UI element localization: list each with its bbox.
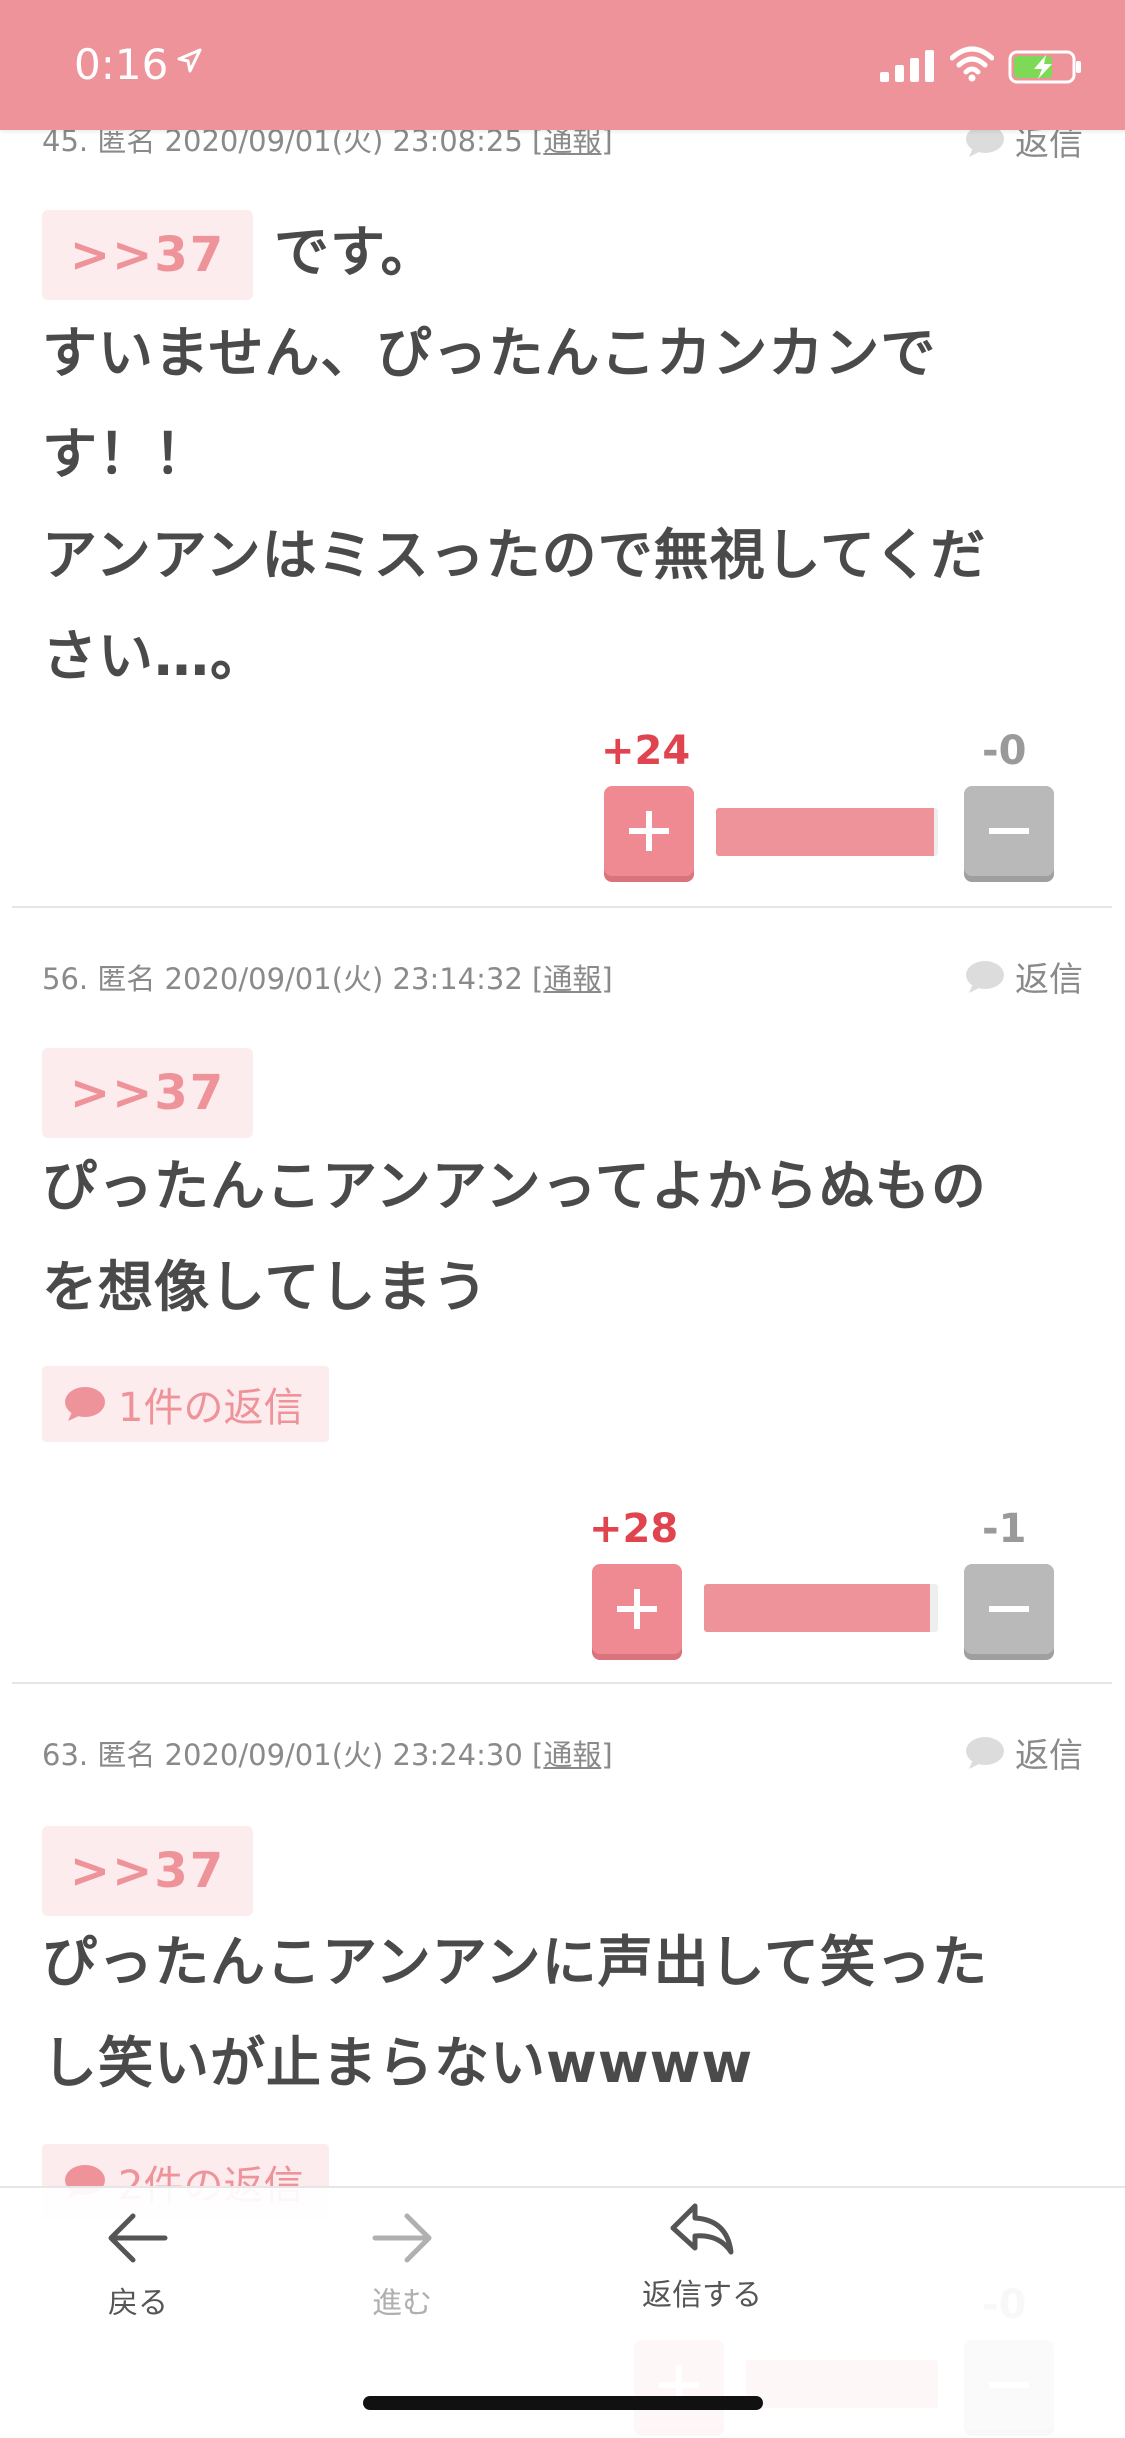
minus-icon	[989, 1606, 1029, 1612]
plus-vote-button[interactable]	[592, 1564, 682, 1654]
replies-count: 1件の返信	[118, 1385, 304, 1431]
reply-label: 返信	[1015, 1736, 1083, 1776]
signal-icon	[880, 50, 934, 82]
comment-body: です。 すいません、ぴったんこカンカンで す！！ アンアンはミスったので無視して…	[42, 202, 1082, 707]
vote-ratio-bar	[716, 808, 938, 856]
status-time: 0:16	[74, 40, 169, 89]
replies-badge[interactable]: 1件の返信	[42, 1366, 330, 1442]
comment-line: し笑いが止まらないwwww	[42, 2031, 754, 2095]
anchor-link[interactable]: >>37	[42, 1826, 253, 1916]
divider	[12, 1682, 1112, 1684]
minus-icon	[989, 828, 1029, 834]
plus-count: +24	[601, 728, 691, 774]
reply-arrow-icon	[670, 2203, 734, 2255]
minus-count: -0	[982, 728, 1027, 774]
minus-vote-button[interactable]	[964, 1564, 1054, 1654]
wifi-icon	[950, 46, 994, 82]
comment-body: ぴったんこアンアンってよからぬもの を想像してしまう	[42, 1136, 1082, 1338]
comment-line: アンアンはミスったので無視してくだ	[42, 523, 987, 587]
comment-line: ぴったんこアンアンってよからぬもの	[42, 1154, 987, 1218]
reply-button[interactable]: 返信	[965, 952, 1083, 1001]
comment-meta: 63. 匿名 2020/09/01(火) 23:24:30 [通報]	[42, 1738, 613, 1772]
comment-body: ぴったんこアンアンに声出して笑った し笑いが止まらないwwww	[42, 1912, 1082, 2114]
divider	[12, 906, 1112, 908]
home-indicator	[363, 2396, 763, 2410]
reply-label: 返信	[1015, 960, 1083, 1000]
plus-count: +28	[589, 1506, 679, 1552]
minus-count: -1	[982, 1506, 1027, 1552]
plus-icon	[617, 1589, 657, 1629]
report-link[interactable]: 通報	[543, 962, 601, 996]
forward-button[interactable]: 進む	[292, 2208, 512, 2322]
vote-ratio-fill	[704, 1584, 931, 1632]
forward-label: 進む	[372, 2286, 432, 2321]
battery-charging-icon	[1008, 50, 1081, 84]
comment-line: ぴったんこアンアンに声出して笑った	[42, 1930, 988, 1994]
reply-nav-label: 返信する	[642, 2278, 762, 2313]
comment-line: すいません、ぴったんこカンカンで	[42, 321, 937, 385]
reply-nav-button[interactable]: 返信する	[592, 2200, 812, 2314]
comment-line: さい…。	[42, 624, 267, 688]
comment-header: 56. 匿名 2020/09/01(火) 23:14:32	[42, 962, 523, 996]
comment-45: 45. 匿名 2020/09/01(火) 23:08:25 [通報] 返信 >>…	[0, 0, 1125, 910]
back-label: 戻る	[108, 2286, 168, 2321]
comment-line: を想像してしまう	[42, 1255, 489, 1319]
arrow-left-icon	[108, 2213, 168, 2263]
reply-button[interactable]: 返信	[965, 1728, 1083, 1777]
comment-meta: 56. 匿名 2020/09/01(火) 23:14:32 [通報]	[42, 962, 613, 996]
report-link[interactable]: 通報	[543, 1738, 601, 1772]
location-arrow-icon	[177, 48, 202, 73]
comment-line: です。	[274, 220, 437, 284]
comment-line: す！！	[42, 422, 211, 486]
back-button[interactable]: 戻る	[28, 2208, 248, 2322]
plus-vote-button[interactable]	[604, 786, 694, 876]
minus-vote-button[interactable]	[964, 786, 1054, 876]
vote-ratio-bar	[704, 1584, 938, 1632]
speech-bubble-icon	[966, 960, 1004, 993]
arrow-right-icon	[372, 2213, 432, 2263]
status-bar: 0:16	[0, 0, 1125, 130]
comment-header: 63. 匿名 2020/09/01(火) 23:24:30	[42, 1738, 523, 1772]
plus-icon	[629, 811, 669, 851]
anchor-link[interactable]: >>37	[42, 1048, 253, 1138]
speech-bubble-icon	[65, 1387, 105, 1421]
speech-bubble-icon	[966, 1736, 1004, 1769]
vote-ratio-fill	[716, 808, 934, 856]
